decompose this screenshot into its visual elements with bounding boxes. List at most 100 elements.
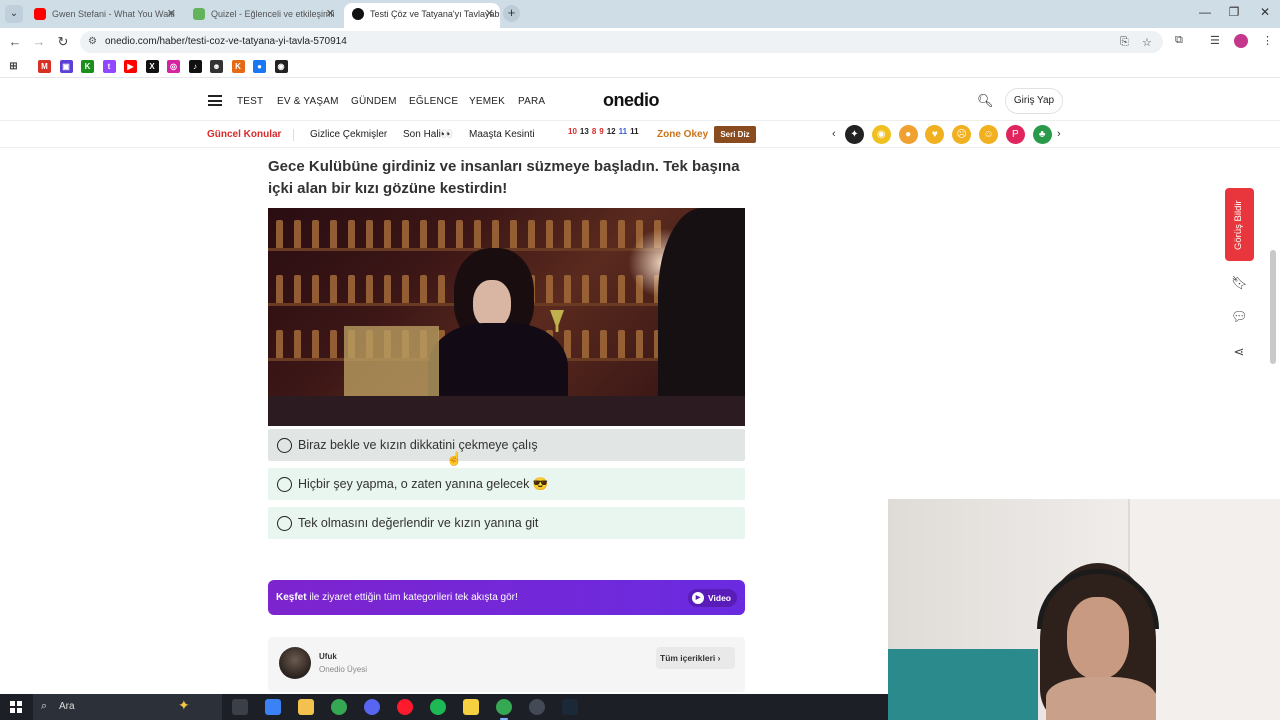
quiz-question: Gece Kulübüne girdiniz ve insanları süzm…: [268, 158, 740, 197]
all-content-button[interactable]: Tüm içerikleri ›: [656, 647, 735, 669]
emoji-category-icon[interactable]: ◉: [871, 125, 891, 144]
x-icon[interactable]: X: [145, 60, 159, 73]
bottle: [618, 330, 625, 358]
close-window-icon[interactable]: ✕: [1255, 5, 1275, 19]
current-topics-label[interactable]: Güncel Konular: [207, 129, 281, 140]
radio-circle-icon[interactable]: [277, 477, 292, 492]
explorer-icon[interactable]: [298, 699, 314, 715]
sudoku-numbers-logo[interactable]: 10 13 8 9 12 11 11: [568, 127, 642, 136]
emoji-category-icon[interactable]: P: [1005, 125, 1025, 144]
chrome-icon[interactable]: [331, 699, 347, 715]
taskview-icon[interactable]: [232, 699, 248, 715]
page-scrollbar[interactable]: [1270, 250, 1276, 364]
kick-icon[interactable]: K: [81, 60, 94, 73]
back-arrow-icon[interactable]: ←: [6, 33, 24, 51]
twitch-icon[interactable]: t: [102, 60, 116, 73]
reading-list-icon[interactable]: ☰: [1210, 34, 1220, 47]
close-tab-icon[interactable]: ✕: [167, 3, 176, 25]
answer-option[interactable]: Biraz bekle ve kızın dikkatini çekmeye ç…: [268, 429, 745, 461]
close-tab-icon[interactable]: ✕: [326, 3, 335, 25]
steam-icon[interactable]: ◉: [274, 60, 288, 73]
radio-circle-icon[interactable]: [277, 516, 292, 531]
steam-icon[interactable]: [562, 699, 578, 715]
nav-yemek[interactable]: YEMEK: [469, 96, 505, 107]
topic-link[interactable]: Gizlice Çekmişler: [310, 129, 387, 140]
login-button[interactable]: Giriş Yap: [1005, 88, 1063, 114]
spotify-icon[interactable]: [430, 699, 446, 715]
discover-banner[interactable]: Keşfet ile ziyaret ettiğin tüm kategoril…: [268, 580, 745, 615]
reload-icon[interactable]: ↻: [54, 33, 72, 51]
answer-option[interactable]: Hiçbir şey yapma, o zaten yanına gelecek…: [268, 468, 745, 500]
profile-avatar[interactable]: [1234, 34, 1248, 48]
bottle: [420, 220, 427, 248]
emoji-category-icon[interactable]: ☹: [952, 125, 972, 144]
tab-quizel[interactable]: Quizel - Eğlenceli ve etkileşimli ✕: [185, 3, 341, 28]
chevron-right-icon[interactable]: ›: [1057, 128, 1061, 140]
bookmark-add-icon[interactable]: 🔖︎: [1231, 275, 1248, 291]
restore-icon[interactable]: ❐: [1224, 5, 1244, 19]
nav-ev-yasam[interactable]: EV & YAŞAM: [277, 96, 339, 107]
windows-start-icon[interactable]: [10, 701, 22, 713]
onedio-logo[interactable]: onedio: [603, 90, 660, 111]
topic-link[interactable]: Son Hali👀: [403, 129, 453, 140]
emoji-category-icon[interactable]: ♣: [1032, 125, 1052, 144]
youtube-icon[interactable]: ▶: [124, 60, 137, 73]
bookmark-star-icon[interactable]: ☆: [1142, 36, 1152, 49]
tiktok-icon[interactable]: ♪: [188, 60, 202, 73]
chrome-active-icon[interactable]: [496, 699, 512, 720]
bottle: [294, 275, 301, 303]
new-tab-plus-icon[interactable]: +: [503, 5, 520, 22]
extensions-puzzle-icon[interactable]: ⧉: [1175, 34, 1183, 47]
bottle: [276, 330, 283, 358]
emoji-category-icon[interactable]: ●: [898, 125, 918, 144]
author-name[interactable]: Ufuk: [319, 652, 337, 661]
radio-circle-icon[interactable]: [277, 438, 292, 453]
more-menu-icon[interactable]: ⋮: [1262, 34, 1273, 47]
webcam-person-body: [1046, 677, 1156, 720]
taskbar-search[interactable]: ⌕ Ara ✦: [33, 694, 222, 720]
snapchat-icon[interactable]: ☻: [210, 60, 223, 73]
bottle: [582, 330, 589, 358]
tab-onedio-active[interactable]: Testi Çöz ve Tatyana'yı Tavlayabi ✕: [344, 3, 500, 28]
feedback-button[interactable]: Görüş Bildir: [1225, 188, 1254, 261]
tab-youtube[interactable]: Gwen Stefani - What You Waiti ✕: [26, 3, 182, 28]
site-info-icon[interactable]: ⚙: [88, 36, 97, 47]
emoji-category-icon[interactable]: ✦: [845, 125, 864, 144]
sticky-notes-icon[interactable]: [463, 699, 479, 715]
number-tile: 9: [599, 127, 604, 136]
comments-icon[interactable]: 💬︎: [1231, 309, 1248, 325]
search-icon[interactable]: 🔍︎: [977, 93, 994, 109]
author-avatar[interactable]: [279, 647, 311, 679]
video-button[interactable]: ▶ Video: [688, 589, 737, 607]
minimize-icon[interactable]: —: [1195, 5, 1215, 19]
zone-okey-link[interactable]: Zone Okey: [657, 129, 708, 140]
purple-app-icon[interactable]: ▣: [59, 60, 73, 73]
address-bar[interactable]: ⚙ onedio.com/haber/testi-coz-ve-tatyana-…: [80, 31, 1163, 53]
close-tab-icon[interactable]: ✕: [485, 3, 494, 25]
copilot-icon[interactable]: [265, 699, 281, 715]
chevron-left-icon[interactable]: ‹: [832, 128, 836, 140]
nav-test[interactable]: TEST: [237, 96, 263, 107]
install-app-icon[interactable]: ⎘: [1120, 36, 1129, 49]
instagram-icon[interactable]: ◎: [167, 60, 180, 73]
forward-arrow-icon[interactable]: →: [30, 33, 48, 51]
emoji-category-icon[interactable]: ♥: [925, 125, 945, 144]
opera-icon[interactable]: [397, 699, 413, 715]
seri-diz-badge[interactable]: Seri Diz: [714, 126, 756, 143]
apps-grid-icon[interactable]: ⊞: [7, 60, 20, 73]
nav-para[interactable]: PARA: [518, 96, 545, 107]
topic-link[interactable]: Maaşta Kesinti: [469, 129, 535, 140]
share-icon[interactable]: ⋖: [1231, 344, 1247, 360]
nav-gundem[interactable]: GÜNDEM: [351, 96, 397, 107]
emoji-category-icon[interactable]: ☺: [979, 125, 998, 144]
answer-option[interactable]: Tek olmasını değerlendir ve kızın yanına…: [268, 507, 745, 539]
gmail-icon[interactable]: M: [38, 60, 51, 73]
discord-icon[interactable]: [364, 699, 380, 715]
discover-text: Keşfet ile ziyaret ettiğin tüm kategoril…: [276, 592, 518, 603]
nav-eglence[interactable]: EĞLENCE: [409, 96, 458, 107]
obs-icon[interactable]: [529, 699, 545, 715]
k-orange-icon[interactable]: K: [231, 60, 245, 73]
hamburger-menu-icon[interactable]: [208, 95, 222, 106]
tab-search-chevron-icon[interactable]: ⌄: [5, 5, 23, 23]
circle-app-icon[interactable]: ●: [253, 60, 266, 73]
